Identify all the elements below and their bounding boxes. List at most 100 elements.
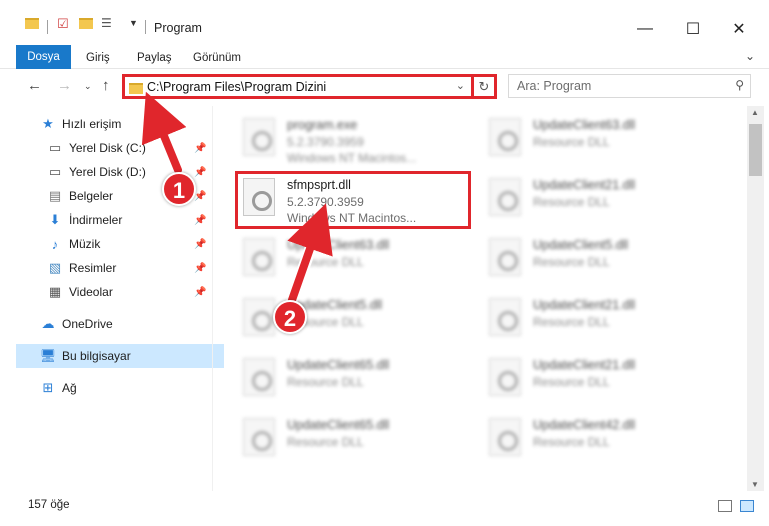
file-name: UpdateClient42.dll	[533, 418, 636, 432]
sidebar-item-label: Resimler	[69, 261, 117, 275]
file-tile[interactable]: UpdateClient63.dll Resource DLL	[483, 110, 703, 166]
sidebar-item-quick-access[interactable]: ★ Hızlı erişim	[0, 112, 210, 136]
vertical-scrollbar[interactable]: ▲ ▼	[747, 106, 764, 491]
file-tile[interactable]: UpdateClient21.dll Resource DLL	[483, 290, 703, 346]
forward-arrow-icon[interactable]: →	[57, 77, 72, 94]
file-tile[interactable]: UpdateClient5.dll Resource DLL	[483, 230, 703, 286]
sidebar-item-local-disk-c[interactable]: ▭ Yerel Disk (C:) 📌	[0, 136, 210, 160]
tab-file[interactable]: Dosya	[16, 45, 71, 69]
file-tile[interactable]: UpdateClient42.dll Resource DLL	[483, 410, 703, 466]
pin-icon: 📌	[194, 142, 207, 154]
file-highlight-box	[235, 171, 471, 229]
sidebar-item-label: Bu bilgisayar	[62, 349, 131, 363]
file-name: program.exe	[287, 118, 358, 132]
star-icon: ★	[42, 116, 54, 131]
pin-icon: 📌	[194, 238, 207, 250]
dll-file-icon	[489, 358, 521, 396]
download-icon: ⬇	[49, 212, 61, 227]
sidebar-item-label: Ağ	[62, 381, 77, 395]
tab-view[interactable]: Görünüm	[193, 48, 241, 69]
navigation-bar: ← → ⌄ ↑ C:\Program Files\Program Dizini …	[0, 69, 769, 105]
network-icon: ⊞	[42, 380, 54, 395]
sidebar-item-label: Videolar	[69, 285, 113, 299]
file-name: UpdateClient63.dll	[287, 238, 390, 252]
file-description: Resource DLL	[287, 375, 364, 389]
dll-file-icon	[243, 238, 275, 276]
drive-icon: ▭	[48, 164, 62, 179]
search-input[interactable]: Ara: Program ⚲	[508, 74, 751, 98]
dll-file-icon	[489, 178, 521, 216]
file-description: Resource DLL	[533, 375, 610, 389]
folder-icon	[129, 83, 143, 94]
sidebar-item-network[interactable]: ⊞ Ağ	[0, 376, 210, 400]
drive-icon: ▭	[48, 140, 62, 155]
address-bar[interactable]: C:\Program Files\Program Dizini ⌄	[122, 74, 474, 99]
document-icon: ▤	[48, 188, 62, 203]
file-tile[interactable]: UpdateClient21.dll Resource DLL	[483, 350, 703, 406]
file-name: UpdateClient65.dll	[287, 418, 390, 432]
close-button[interactable]: ✕	[716, 14, 762, 44]
sidebar-item-onedrive[interactable]: ☁ OneDrive	[0, 312, 210, 336]
recent-locations-icon[interactable]: ⌄	[84, 81, 92, 92]
file-name: UpdateClient65.dll	[287, 358, 390, 372]
file-tile[interactable]: UpdateClient21.dll Resource DLL	[483, 170, 703, 226]
tab-share[interactable]: Paylaş	[137, 48, 172, 69]
window-title: Program	[154, 21, 202, 35]
pin-icon: 📌	[194, 286, 207, 298]
file-tile[interactable]: program.exe 5.2.3790.3959 Windows NT Mac…	[237, 110, 457, 166]
file-tile[interactable]: UpdateClient65.dll Resource DLL	[237, 410, 457, 466]
properties-icon[interactable]: ☑	[57, 16, 69, 32]
file-name: UpdateClient63.dll	[533, 118, 636, 132]
chevron-down-icon[interactable]: ⌄	[456, 79, 465, 92]
file-version: 5.2.3790.3959	[287, 135, 364, 149]
file-list: program.exe 5.2.3790.3959 Windows NT Mac…	[213, 106, 747, 491]
file-name: UpdateClient5.dll	[533, 238, 629, 252]
tiles-view-icon[interactable]	[740, 500, 754, 512]
file-tile[interactable]: UpdateClient65.dll Resource DLL	[237, 350, 457, 406]
ribbon: Dosya Giriş Paylaş Görünüm ⌄	[0, 44, 769, 69]
folder-icon	[25, 18, 39, 29]
up-arrow-icon[interactable]: ↑	[102, 77, 110, 94]
search-icon[interactable]: ⚲	[735, 78, 744, 92]
pin-icon: 📌	[194, 214, 207, 226]
file-description: Resource DLL	[533, 255, 610, 269]
sidebar-item-this-pc[interactable]: 🖥 Bu bilgisayar	[16, 344, 224, 368]
scroll-down-icon[interactable]: ▼	[751, 480, 759, 489]
search-placeholder: Ara: Program	[517, 79, 592, 93]
expand-ribbon-icon[interactable]: ⌄	[745, 49, 755, 63]
file-description: Resource DLL	[287, 255, 364, 269]
file-tile[interactable]: UpdateClient63.dll Resource DLL	[237, 230, 457, 286]
back-arrow-icon[interactable]: ←	[27, 77, 42, 94]
refresh-button[interactable]: ↻	[473, 74, 497, 99]
scroll-up-icon[interactable]: ▲	[751, 108, 759, 117]
maximize-button[interactable]: ☐	[670, 14, 716, 44]
computer-icon: 🖥	[39, 348, 57, 363]
new-folder-icon[interactable]	[79, 18, 93, 29]
view-options-icon[interactable]: ☰	[101, 16, 112, 30]
cloud-icon: ☁	[41, 316, 55, 331]
file-tile[interactable]: UpdateClient5.dll Resource DLL	[237, 290, 457, 346]
pictures-icon: ▧	[48, 260, 62, 275]
sidebar-item-label: İndirmeler	[69, 213, 123, 227]
sidebar-item-music[interactable]: ♪ Müzik 📌	[0, 232, 210, 256]
file-description: Resource DLL	[533, 195, 610, 209]
file-description: Resource DLL	[533, 435, 610, 449]
customize-toolbar-icon[interactable]: ▼	[129, 18, 138, 28]
dll-file-icon	[243, 418, 275, 456]
pin-icon: 📌	[194, 166, 207, 178]
sidebar-item-label: Müzik	[69, 237, 101, 251]
sidebar-item-label: Belgeler	[69, 189, 114, 203]
address-path[interactable]: C:\Program Files\Program Dizini	[147, 80, 326, 94]
sidebar-item-videos[interactable]: ▦ Videolar 📌	[0, 280, 210, 304]
sidebar-item-pictures[interactable]: ▧ Resimler 📌	[0, 256, 210, 280]
minimize-button[interactable]: —	[622, 14, 668, 44]
details-view-icon[interactable]	[718, 500, 732, 512]
callout-step-2: 2	[273, 300, 307, 334]
exe-file-icon	[243, 118, 275, 156]
item-count: 157 öğe	[28, 499, 70, 511]
file-description: Resource DLL	[287, 435, 364, 449]
dll-file-icon	[489, 238, 521, 276]
scrollbar-thumb[interactable]	[749, 124, 762, 176]
tab-home[interactable]: Giriş	[86, 48, 110, 69]
sidebar-item-downloads[interactable]: ⬇ İndirmeler 📌	[0, 208, 210, 232]
